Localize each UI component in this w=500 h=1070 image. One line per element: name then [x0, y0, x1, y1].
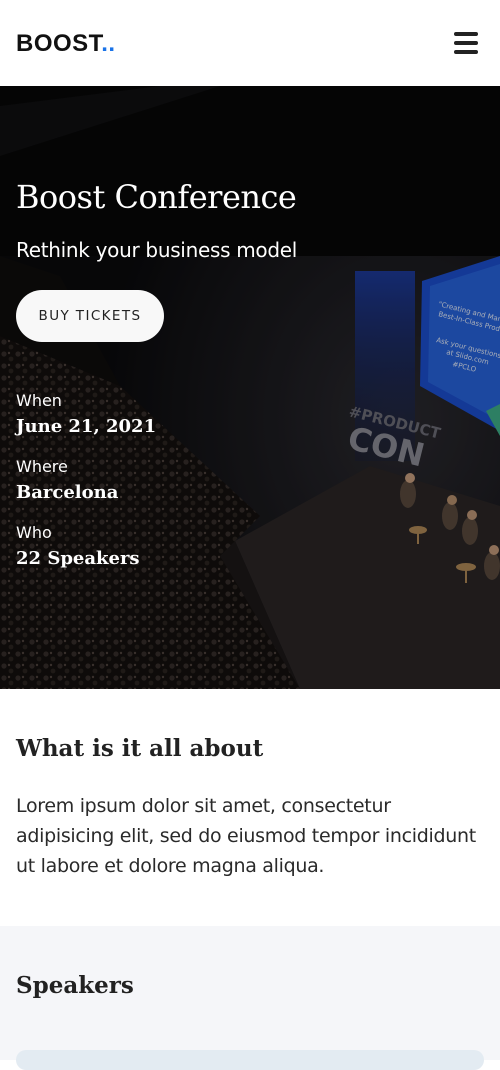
- logo-dots: ..: [101, 30, 116, 57]
- hero-title: Boost Conference: [16, 178, 297, 216]
- speakers-title: Speakers: [16, 972, 134, 999]
- when-value: June 21, 2021: [16, 416, 157, 437]
- about-section: What is it all about Lorem ipsum dolor s…: [0, 689, 500, 926]
- about-text: Lorem ipsum dolor sit amet, consectetur …: [16, 795, 476, 877]
- where-label: Where: [16, 457, 68, 476]
- hamburger-menu-icon[interactable]: [454, 32, 478, 54]
- speaker-card[interactable]: [16, 1050, 484, 1070]
- buy-tickets-button[interactable]: BUY TICKETS: [16, 290, 164, 342]
- about-title: What is it all about: [16, 735, 264, 762]
- conference-hall-image: "Creating and Managing Best-In-Class Pro…: [0, 86, 500, 689]
- speakers-section: Speakers: [0, 926, 500, 1070]
- logo-text: BOOST: [16, 30, 102, 57]
- where-value: Barcelona: [16, 482, 119, 503]
- logo[interactable]: BOOST..: [16, 30, 116, 58]
- who-value: 22 Speakers: [16, 548, 140, 569]
- hero-subtitle: Rethink your business model: [16, 238, 298, 262]
- site-header: BOOST..: [0, 0, 500, 86]
- who-label: Who: [16, 523, 52, 542]
- hero-section: "Creating and Managing Best-In-Class Pro…: [0, 86, 500, 689]
- when-label: When: [16, 391, 62, 410]
